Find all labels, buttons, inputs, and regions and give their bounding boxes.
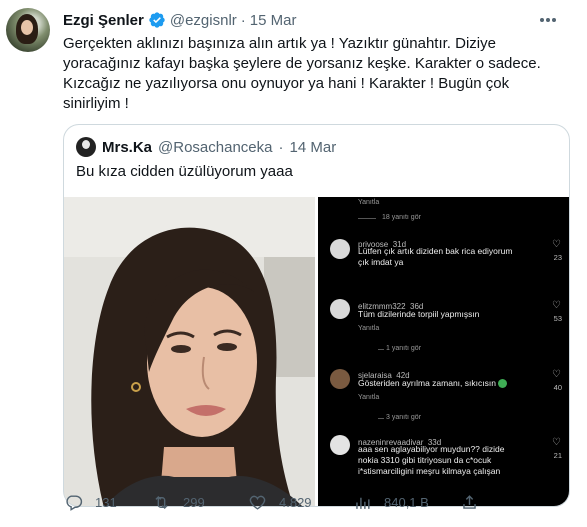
like-count: 4.829 [279,495,312,510]
reply-count: 131 [95,495,117,510]
separator-dot: · [240,11,246,29]
comment-text: Gösteriden ayrılma zamanı, sıkıcısın [358,378,508,389]
comment-avatar [330,299,350,319]
views-count: 840,1 B [384,495,429,510]
comment-avatar [330,369,350,389]
comment-reply-link: Yanıtla [358,199,380,206]
quoted-date: 14 Mar [289,138,337,156]
share-button[interactable] [460,493,479,512]
emoji-icon [498,379,508,389]
comment-avatar [330,435,350,455]
comment-likes: 23 [553,253,562,262]
comment-text: aaa sen aglayabiliyor muydun?? dizide no… [358,444,505,476]
comment-likes: 53 [553,314,562,323]
portrait-image [64,197,315,506]
comment-text: Tüm dizilerinde torpiil yapmışsın [358,309,480,319]
comment-avatar [330,239,350,259]
tweet-text: Gerçekten aklınızı başınıza alın artık y… [63,35,541,112]
heart-icon: ♡ [552,300,561,311]
view-replies-link: 18 yanıtı gör [382,214,421,221]
retweet-count: 299 [183,495,205,510]
comment-text: Lütfen çık artık diziden bak rica ediyor… [358,246,513,267]
quoted-separator-dot: · [278,138,284,156]
quoted-author-name: Mrs.Ka [102,138,153,156]
views-button[interactable]: 840,1 B [353,493,429,512]
reply-button[interactable]: 131 [64,493,117,512]
views-icon [356,497,370,509]
retweet-icon [155,495,168,510]
more-icon[interactable] [537,10,559,30]
heart-icon: ♡ [552,369,561,380]
share-icon [463,495,476,509]
view-replies-link: 1 yanıtı gör [384,345,424,352]
quoted-avatar [76,137,96,157]
heart-icon: ♡ [552,239,561,250]
verified-badge-icon [149,12,165,28]
comment-reply-link: Yanıtla [358,394,380,401]
comment-likes: 21 [553,451,562,460]
quoted-tweet[interactable]: Mrs.Ka @Rosachanceka · 14 Mar Bu kıza ci… [63,124,570,507]
quoted-photo[interactable] [64,197,315,506]
action-bar: 131 299 4.829 840,1 B [60,489,580,519]
quoted-header: Mrs.Ka @Rosachanceka · 14 Mar [76,137,336,157]
quoted-handle: @Rosachanceka [158,138,273,156]
tweet-date[interactable]: 15 Mar [250,12,297,29]
comment-likes: 40 [553,383,562,392]
view-replies-link: 3 yanıtı gör [384,414,424,421]
quoted-text: Bu kıza cidden üzülüyorum yaaa [76,163,293,180]
heart-icon: ♡ [552,437,561,448]
reply-icon [66,495,83,511]
comments-screenshot[interactable]: Yanıtla 18 yanıtı gör privoose 31d Lütfe… [318,197,569,506]
like-button[interactable]: 4.829 [248,493,312,512]
author-avatar[interactable] [6,8,50,52]
author-handle[interactable]: @ezgisnlr [170,12,237,29]
like-icon [249,495,266,510]
author-name[interactable]: Ezgi Şenler [63,12,144,29]
retweet-button[interactable]: 299 [152,493,205,512]
tweet[interactable]: Ezgi Şenler @ezgisnlr · 15 Mar Gerçekten… [0,0,587,527]
comment-reply-link: Yanıtla [358,325,380,332]
tweet-header: Ezgi Şenler @ezgisnlr · 15 Mar [63,10,296,30]
